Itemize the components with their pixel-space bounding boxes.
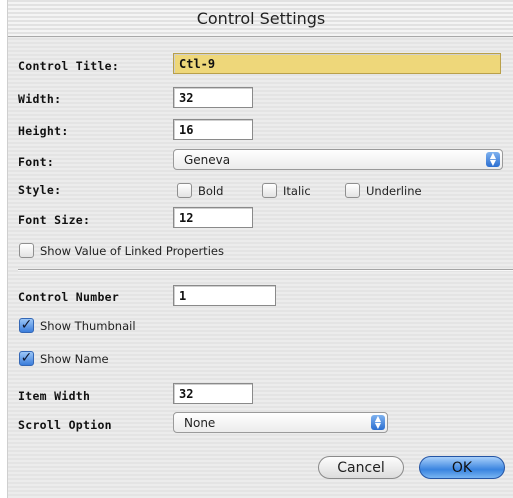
control-number-label: Control Number <box>18 290 120 304</box>
control-number-field[interactable]: 1 <box>173 285 276 306</box>
italic-checkbox[interactable] <box>262 183 277 198</box>
item-width-field[interactable]: 32 <box>173 383 253 404</box>
show-name-label: Show Name <box>40 352 109 366</box>
width-label: Width: <box>18 92 62 106</box>
dialog-title: Control Settings <box>196 9 326 28</box>
scroll-option-value: None <box>184 416 216 430</box>
show-name-checkbox[interactable]: ✓ <box>19 351 34 366</box>
width-field[interactable]: 32 <box>173 87 253 108</box>
cancel-button[interactable]: Cancel <box>318 456 404 479</box>
popup-arrows-icon: ▲ ▼ <box>486 152 500 167</box>
font-popup[interactable]: Geneva ▲ ▼ <box>173 149 503 170</box>
style-label: Style: <box>18 183 62 197</box>
show-linked-checkbox[interactable] <box>19 243 34 258</box>
popup-arrows-icon: ▲ ▼ <box>371 415 385 430</box>
checkmark-icon: ✓ <box>20 317 33 333</box>
bold-label: Bold <box>198 184 224 198</box>
title-bar[interactable]: Control Settings <box>8 0 513 37</box>
scroll-option-popup[interactable]: None ▲ ▼ <box>173 412 388 433</box>
show-linked-label: Show Value of Linked Properties <box>40 244 224 258</box>
font-popup-value: Geneva <box>184 153 231 167</box>
height-label: Height: <box>18 124 69 138</box>
bold-checkbox[interactable] <box>177 183 192 198</box>
checkmark-icon: ✓ <box>20 350 33 366</box>
show-thumbnail-label: Show Thumbnail <box>40 319 136 333</box>
control-title-field[interactable]: Ctl-9 <box>173 53 501 74</box>
item-width-label: Item Width <box>18 389 91 403</box>
show-thumbnail-checkbox[interactable]: ✓ <box>19 318 34 333</box>
control-title-label: Control Title: <box>18 59 120 73</box>
section-divider <box>18 269 513 271</box>
italic-label: Italic <box>283 184 311 198</box>
height-field[interactable]: 16 <box>173 119 253 140</box>
underline-label: Underline <box>366 184 422 198</box>
ok-button[interactable]: OK <box>419 456 505 479</box>
underline-checkbox[interactable] <box>345 183 360 198</box>
scroll-option-label: Scroll Option <box>18 418 112 432</box>
font-size-field[interactable]: 12 <box>173 207 253 228</box>
font-size-label: Font Size: <box>18 213 91 227</box>
control-settings-dialog: Control Settings Control Title: Ctl-9 Wi… <box>7 0 513 498</box>
font-label: Font: <box>18 155 55 169</box>
